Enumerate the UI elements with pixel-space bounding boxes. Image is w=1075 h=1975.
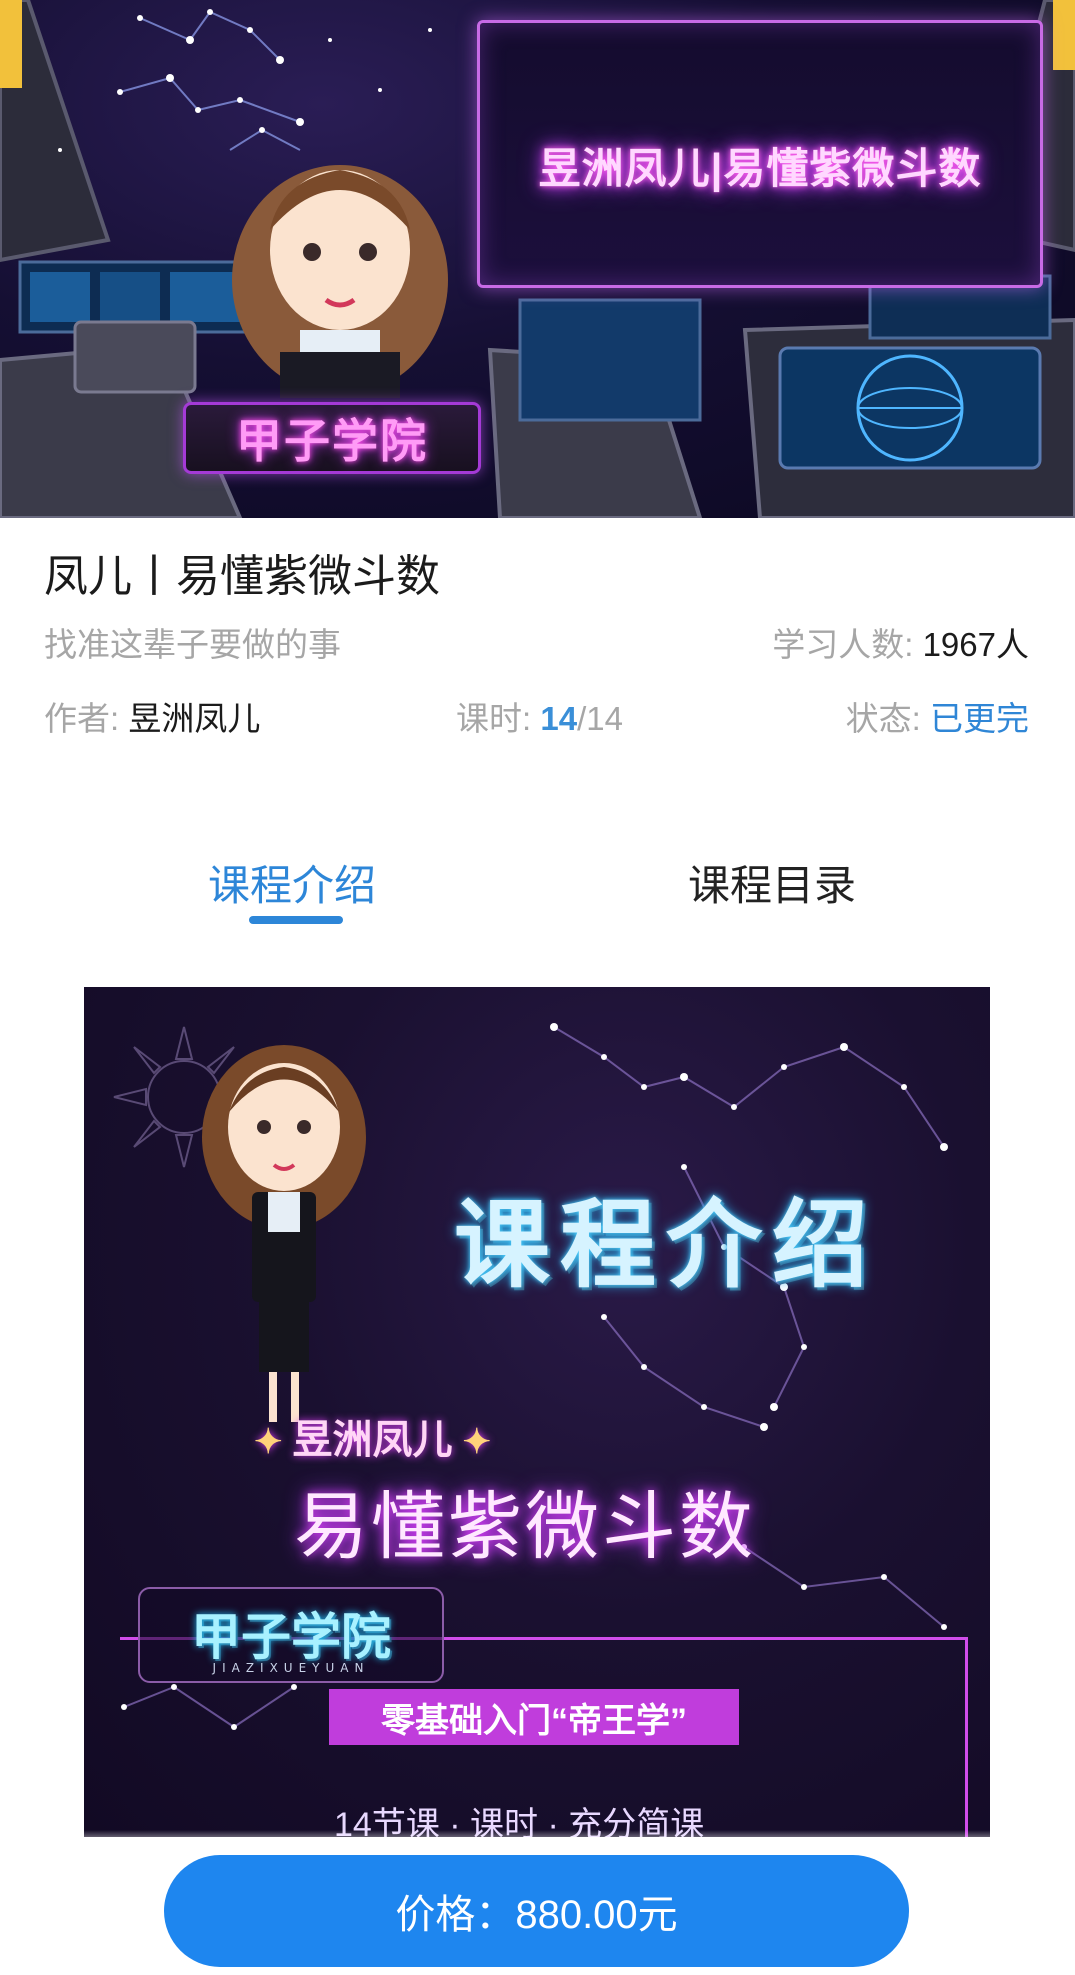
status-value: 已更完 — [930, 700, 1029, 737]
lesson-count-done: 14 — [540, 700, 578, 737]
course-info: 凤儿丨易懂紫微斗数 找准这辈子要做的事 学习人数: 1967人 作者: 昱洲凤儿… — [0, 518, 1075, 763]
sparkle-icon: ✦ — [254, 1423, 283, 1461]
poster-badge-title: 甲子学院 — [191, 1609, 391, 1665]
lesson-count-total: /14 — [577, 700, 623, 737]
hero-screen: 昱洲凤儿|易懂紫微斗数 — [477, 20, 1043, 288]
poster-author: ✦ 昱洲凤儿 ✦ — [244, 1407, 501, 1465]
status-label: 状态: — [845, 700, 930, 737]
poster-course-name: 易懂紫微斗数 — [294, 1485, 756, 1568]
author: 作者: 昱洲凤儿 — [44, 692, 260, 740]
sparkle-icon: ✦ — [462, 1423, 492, 1461]
poster-academy-badge: 甲子学院 JIAZIXUEYUAN — [138, 1587, 444, 1683]
author-name: 昱洲凤儿 — [128, 700, 261, 737]
learner-count-value: 1967人 — [922, 626, 1029, 663]
tab-course-intro[interactable]: 课程介绍 — [208, 852, 376, 913]
author-label: 作者: — [44, 700, 129, 737]
poster-tagline-pill: 零基础入门“帝王学” — [329, 1689, 739, 1745]
lesson-count: 课时: 14/14 — [456, 692, 623, 740]
learner-count: 学习人数: 1967人 — [772, 618, 1029, 666]
tab-bar: 课程介绍 课程目录 — [0, 840, 1075, 940]
course-status: 状态: 已更完 — [846, 692, 1029, 740]
tab-course-catalog[interactable]: 课程目录 — [688, 852, 856, 913]
active-tab-indicator — [249, 916, 343, 924]
poster-badge-subtitle: JIAZIXUEYUAN — [212, 1661, 370, 1675]
course-intro-poster: 课程介绍 ✦ 昱洲凤儿 ✦ 易懂紫微斗数 甲子学院 JIAZIXUEYUAN 零基础… — [84, 987, 990, 1837]
course-title: 凤儿丨易懂紫微斗数 — [44, 552, 440, 601]
hero-banner: 昱洲凤儿|易懂紫微斗数 甲子学院 — [0, 0, 1075, 518]
poster-heading: 课程介绍 — [454, 1192, 878, 1299]
learner-count-label: 学习人数: — [772, 626, 923, 663]
hero-screen-title: 昱洲凤儿|易懂紫微斗数 — [538, 145, 982, 192]
poster-author-name: 昱洲凤儿 — [292, 1418, 453, 1462]
poster-tagline: 零基础入门“帝王学” — [381, 1701, 687, 1740]
hero-badge-label: 甲子学院 — [236, 415, 428, 467]
hero-academy-badge: 甲子学院 — [183, 402, 481, 474]
lesson-count-label: 课时: — [456, 700, 541, 737]
price-label: 价格：880.00元 — [395, 1893, 678, 1937]
price-buy-button[interactable]: 价格：880.00元 — [164, 1855, 909, 1967]
course-subtitle: 找准这辈子要做的事 — [44, 626, 341, 663]
